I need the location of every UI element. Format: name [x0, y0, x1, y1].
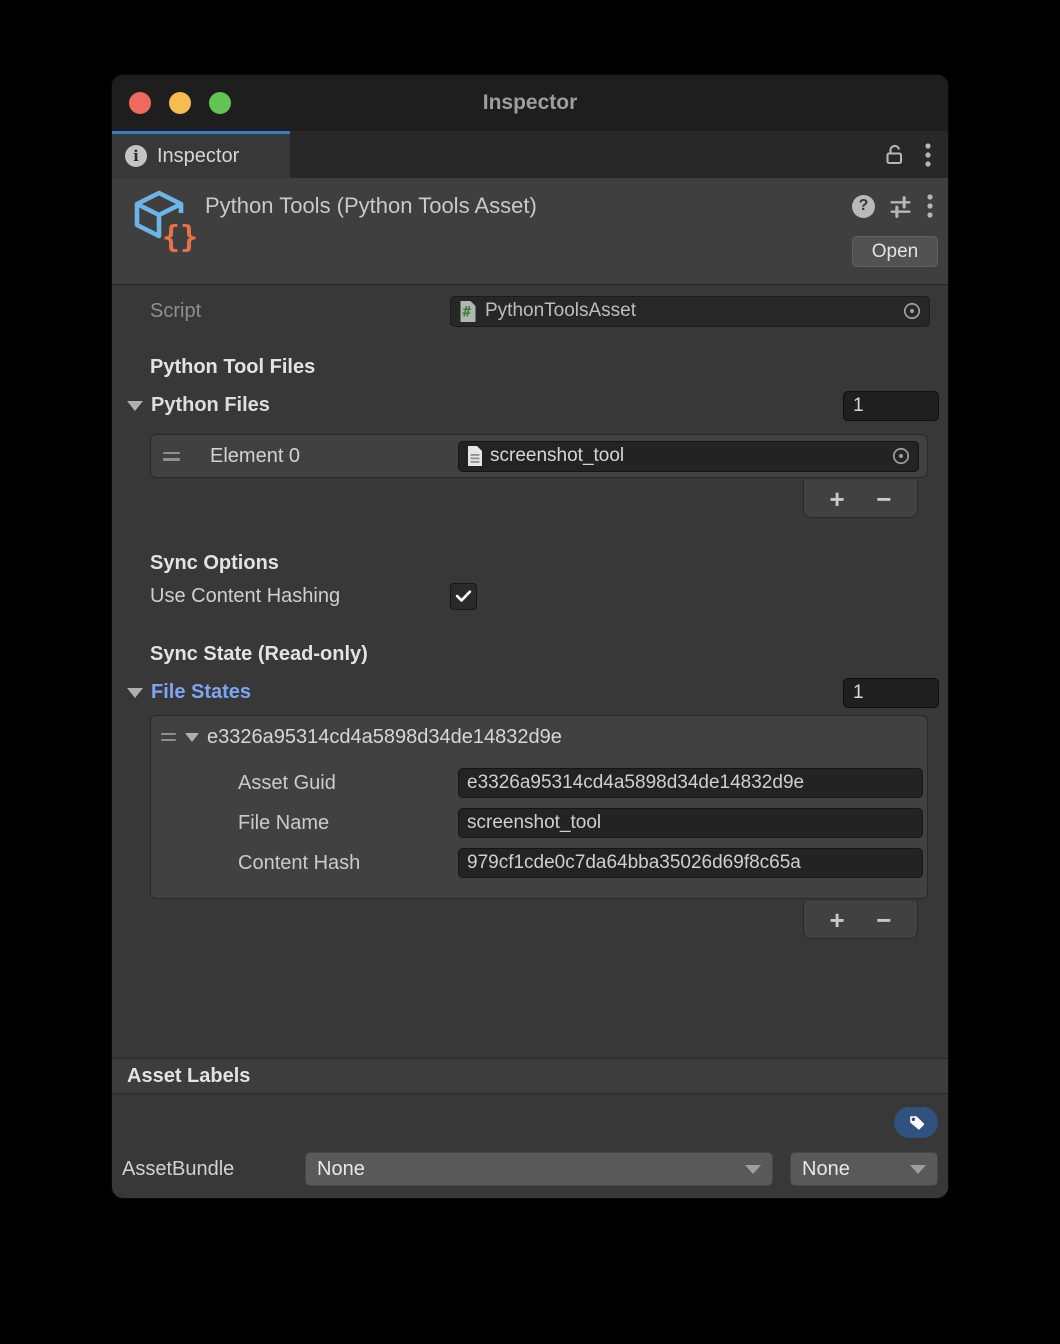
- zoom-window-button[interactable]: [209, 92, 231, 114]
- file-states-foldout-row: File States 1: [112, 677, 948, 708]
- lock-icon[interactable]: [883, 143, 907, 167]
- component-header: {} Python Tools (Python Tools Asset) ? O…: [112, 178, 948, 285]
- element-object-field[interactable]: screenshot_tool: [458, 441, 919, 472]
- python-files-list-footer: + −: [803, 480, 918, 518]
- element-value: screenshot_tool: [490, 445, 885, 467]
- kebab-menu-icon[interactable]: [926, 193, 934, 219]
- object-picker-icon[interactable]: [902, 301, 922, 321]
- asset-bundle-variant-dropdown[interactable]: None: [790, 1152, 938, 1186]
- help-icon[interactable]: ?: [852, 195, 875, 218]
- chevron-down-icon: [745, 1165, 761, 1174]
- drag-handle-icon[interactable]: [163, 452, 180, 461]
- file-name-label: File Name: [151, 812, 458, 835]
- add-element-button[interactable]: +: [824, 486, 851, 512]
- braces-glyph: {}: [162, 220, 196, 253]
- traffic-lights: [129, 92, 231, 114]
- python-files-element-row: Element 0 screenshot_tool: [150, 434, 928, 478]
- python-files-size-field[interactable]: 1: [843, 391, 939, 421]
- element-label: Element 0: [210, 445, 458, 468]
- file-name-row: File Name screenshot_tool: [151, 808, 927, 838]
- file-name-field[interactable]: screenshot_tool: [458, 808, 923, 838]
- section-sync-state: Sync State (Read-only): [112, 641, 948, 667]
- foldout-arrow-icon[interactable]: [127, 401, 143, 411]
- script-label: Script: [150, 300, 450, 323]
- titlebar: Inspector: [112, 75, 948, 131]
- asset-guid-row: Asset Guid e3326a95314cd4a5898d34de14832…: [151, 768, 927, 798]
- drag-handle-icon[interactable]: [161, 733, 176, 742]
- asset-bundle-value: None: [317, 1158, 365, 1181]
- asset-labels-section: Asset Labels AssetBundle None None: [112, 1058, 948, 1198]
- python-files-label[interactable]: Python Files: [151, 394, 270, 417]
- asset-guid-label: Asset Guid: [151, 772, 458, 795]
- check-icon: [454, 587, 473, 606]
- python-tools-asset-icon: {}: [132, 187, 196, 258]
- remove-element-button[interactable]: −: [870, 486, 897, 512]
- add-label-button[interactable]: [894, 1107, 938, 1138]
- component-title: Python Tools (Python Tools Asset): [205, 193, 537, 219]
- use-content-hashing-row: Use Content Hashing: [112, 581, 948, 611]
- asset-labels-header: Asset Labels: [112, 1058, 948, 1094]
- tab-label: Inspector: [157, 145, 239, 168]
- file-states-label[interactable]: File States: [151, 681, 251, 704]
- asset-guid-field[interactable]: e3326a95314cd4a5898d34de14832d9e: [458, 768, 923, 798]
- asset-bundle-variant-value: None: [802, 1158, 850, 1181]
- file-state-entry: e3326a95314cd4a5898d34de14832d9e Asset G…: [150, 715, 928, 899]
- asset-bundle-dropdown[interactable]: None: [305, 1152, 773, 1186]
- foldout-arrow-icon[interactable]: [185, 733, 199, 742]
- content-hash-label: Content Hash: [151, 852, 458, 875]
- remove-element-button[interactable]: −: [870, 907, 897, 933]
- csharp-script-icon: #: [458, 300, 478, 323]
- python-files-foldout-row: Python Files 1: [112, 390, 948, 421]
- object-picker-icon[interactable]: [891, 446, 911, 466]
- minimize-window-button[interactable]: [169, 92, 191, 114]
- kebab-menu-icon[interactable]: [924, 142, 932, 168]
- content-hash-field[interactable]: 979cf1cde0c7da64bba35026d69f8c65a: [458, 848, 923, 878]
- script-row: Script # PythonToolsAsset: [112, 294, 948, 328]
- add-element-button[interactable]: +: [824, 907, 851, 933]
- script-value: PythonToolsAsset: [485, 300, 895, 322]
- section-sync-options: Sync Options: [112, 550, 948, 576]
- svg-text:#: #: [463, 304, 472, 320]
- text-asset-icon: [466, 445, 484, 467]
- foldout-arrow-icon[interactable]: [127, 688, 143, 698]
- asset-bundle-row: AssetBundle None None: [122, 1152, 938, 1186]
- asset-bundle-label: AssetBundle: [122, 1158, 305, 1181]
- use-content-hashing-checkbox[interactable]: [450, 583, 477, 610]
- inspector-window: Inspector i Inspector: [112, 75, 948, 1198]
- tab-inspector[interactable]: i Inspector: [112, 131, 290, 178]
- file-states-size-field[interactable]: 1: [843, 678, 939, 708]
- file-state-guid-title: e3326a95314cd4a5898d34de14832d9e: [207, 726, 562, 749]
- tab-bar: i Inspector: [112, 131, 948, 178]
- open-button[interactable]: Open: [852, 236, 938, 267]
- file-state-header[interactable]: e3326a95314cd4a5898d34de14832d9e: [151, 716, 927, 758]
- file-states-list-footer: + −: [803, 901, 918, 939]
- tag-icon: [906, 1112, 927, 1133]
- use-content-hashing-label: Use Content Hashing: [150, 585, 450, 608]
- script-object-field[interactable]: # PythonToolsAsset: [450, 296, 930, 327]
- info-icon: i: [125, 145, 147, 167]
- window-title: Inspector: [483, 91, 578, 115]
- chevron-down-icon: [910, 1165, 926, 1174]
- presets-icon[interactable]: [888, 194, 913, 219]
- section-python-tool-files: Python Tool Files: [112, 354, 948, 380]
- inspector-body: Script # PythonToolsAsset Python Tool Fi…: [112, 285, 948, 939]
- close-window-button[interactable]: [129, 92, 151, 114]
- content-hash-row: Content Hash 979cf1cde0c7da64bba35026d69…: [151, 848, 927, 878]
- asset-labels-body: AssetBundle None None: [112, 1094, 948, 1197]
